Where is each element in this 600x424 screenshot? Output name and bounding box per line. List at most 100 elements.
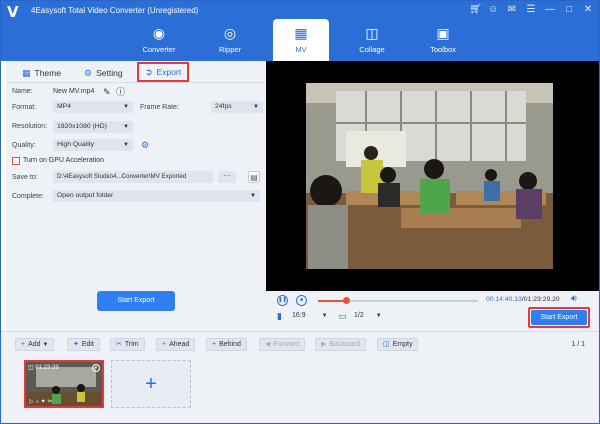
frame-rate-select[interactable]: 24fps ▼	[211, 101, 263, 113]
film-icon: ◫	[28, 365, 34, 371]
chevron-down-icon: ▼	[42, 342, 49, 348]
tab-theme-label: Theme	[34, 68, 61, 78]
add-clip-slot[interactable]: +	[111, 360, 191, 408]
frame-rate-label: Frame Rate:	[140, 104, 179, 111]
folder-icon[interactable]: ▤	[248, 171, 260, 183]
clip-thumbnail[interactable]: ◫ 01:23:29 ✕ ▷♪✦✂	[24, 360, 104, 408]
tab-setting[interactable]: ⚙ Setting	[84, 65, 123, 81]
clip-duration-text: 01:23:29	[35, 365, 59, 371]
quality-label: Quality:	[12, 142, 36, 149]
nav-converter[interactable]: ◉ Converter	[131, 23, 187, 61]
ahead-button[interactable]: + Ahead	[156, 338, 196, 351]
video-preview[interactable]	[266, 61, 599, 291]
edit-button[interactable]: ✦ Edit	[67, 338, 100, 351]
start-export-button-highlighted[interactable]: Start Export	[528, 307, 590, 328]
timeline-area: + Add ▼ ✦ Edit ✂ Trim + Ahead + Behind ◀ Forwa…	[1, 331, 599, 423]
behind-icon: +	[212, 341, 217, 348]
format-label: Format:	[12, 104, 37, 111]
save-to-path[interactable]: D:\4Easysoft Studio\4...Converter\MV Exp…	[53, 171, 213, 183]
converter-icon: ◉	[152, 25, 166, 41]
effect-icon[interactable]: ✦	[41, 399, 48, 405]
window-controls: 🛒︎ ☺ ✉ ☰ — □ ✕	[469, 4, 593, 16]
gpu-label: Turn on GPU Acceleration	[23, 157, 105, 164]
nav-ripper[interactable]: ◎ Ripper	[202, 23, 258, 61]
volume-icon[interactable]: 🔊︎	[571, 293, 577, 304]
maximize-icon[interactable]: □	[564, 4, 574, 16]
nav-mv[interactable]: ▦ MV	[273, 19, 329, 61]
tab-theme[interactable]: ▦ Theme	[22, 65, 61, 81]
page-value: 1/2	[354, 312, 364, 319]
forward-icon: ◀	[265, 341, 271, 348]
export-panel: ▦ Theme ⚙ Setting ➲ Export Name: New MV.mp4…	[6, 61, 266, 331]
cart-icon[interactable]: 🛒︎	[469, 4, 482, 16]
tab-export[interactable]: ➲ Export	[137, 62, 190, 82]
close-icon: ✕	[93, 365, 99, 371]
header: V 4Easysoft Total Video Converter (Unreg…	[1, 1, 599, 61]
chevron-down-icon: ▼	[250, 193, 256, 199]
chat-icon[interactable]: ✉	[507, 4, 517, 16]
pause-icon: ❚❚	[278, 297, 287, 303]
nav-ripper-label: Ripper	[218, 45, 242, 54]
progress-bar[interactable]	[318, 297, 478, 304]
clip-actions: ▷♪✦✂	[29, 398, 55, 405]
browse-dots-button[interactable]: ···	[218, 171, 236, 183]
chevron-down-icon: ▼	[321, 313, 328, 319]
backward-button[interactable]: ▶ Backward	[315, 338, 367, 351]
progress-knob[interactable]	[343, 297, 351, 304]
minimize-icon[interactable]: —	[545, 4, 555, 16]
nav-collage-label: Collage	[359, 45, 385, 54]
export-icon: ➲	[145, 67, 153, 77]
panel-tabs: ▦ Theme ⚙ Setting ➲ Export	[6, 61, 266, 83]
behind-button[interactable]: + Behind	[206, 338, 247, 351]
page-count: 1 / 1	[571, 341, 585, 348]
theme-icon: ▦	[22, 68, 31, 78]
add-label: Add	[28, 341, 41, 348]
add-button[interactable]: + Add ▼	[15, 338, 55, 351]
scissors-icon[interactable]: ✂	[48, 399, 55, 405]
trim-button[interactable]: ✂ Trim	[110, 338, 145, 351]
resolution-label: Resolution:	[12, 123, 48, 130]
complete-label: Complete:	[12, 193, 44, 200]
format-select[interactable]: MP4 ▼	[53, 101, 133, 113]
quality-gear-icon[interactable]: ⚙	[141, 140, 149, 150]
pencil-icon[interactable]: ✎	[103, 87, 111, 97]
aspect-ratio-icon: ▮	[277, 311, 282, 321]
nav-collage[interactable]: ◫ Collage	[344, 23, 400, 61]
scissors-icon: ✂	[116, 341, 122, 348]
tab-setting-label: Setting	[96, 68, 123, 78]
name-value: New MV.mp4	[53, 88, 95, 95]
main-nav: ◉ Converter ◎ Ripper ▦ MV ◫ Collage ▣ To…	[1, 19, 599, 61]
pause-button[interactable]: ❚❚	[277, 295, 288, 306]
complete-select[interactable]: Open output folder ▼	[53, 190, 260, 202]
playback-time: 00:14:40.13/01:23:29.20	[486, 296, 560, 303]
backward-icon: ▶	[321, 341, 327, 348]
menu-icon[interactable]: ☰	[526, 4, 536, 16]
collage-icon: ◫	[365, 25, 379, 41]
close-icon[interactable]: ✕	[583, 4, 593, 16]
play-icon[interactable]: ▷	[29, 399, 36, 405]
clip-remove-button[interactable]: ✕	[92, 364, 100, 372]
forward-label: Forward	[273, 341, 300, 348]
trim-label: Trim	[124, 341, 139, 348]
nav-mv-label: MV	[295, 45, 307, 54]
aspect-ratio-select[interactable]: 16:9 ▼	[292, 312, 328, 319]
stop-button[interactable]: ■	[296, 295, 307, 306]
nav-toolbox-label: Toolbox	[430, 45, 456, 54]
page-select[interactable]: 1/2 ▼	[354, 312, 382, 319]
ripper-icon: ◎	[223, 25, 237, 41]
nav-toolbox[interactable]: ▣ Toolbox	[415, 23, 471, 61]
quality-select-value: High Quality	[57, 141, 95, 148]
start-export-button[interactable]: Start Export	[97, 291, 175, 311]
plus-icon: +	[21, 341, 26, 348]
resolution-select[interactable]: 1920x1080 (HD) ▼	[53, 121, 133, 133]
gpu-checkbox[interactable]	[12, 157, 20, 165]
trash-icon: ◫	[383, 341, 390, 348]
info-icon[interactable]: ⓘ	[116, 87, 125, 97]
user-icon[interactable]: ☺	[488, 4, 498, 16]
empty-button[interactable]: ◫ Empty	[377, 338, 419, 351]
nav-converter-label: Converter	[142, 45, 176, 54]
quality-select[interactable]: High Quality ▼	[53, 139, 133, 151]
chevron-down-icon: ▼	[123, 104, 129, 110]
mv-icon: ▦	[294, 25, 308, 41]
forward-button[interactable]: ◀ Forward	[259, 338, 306, 351]
